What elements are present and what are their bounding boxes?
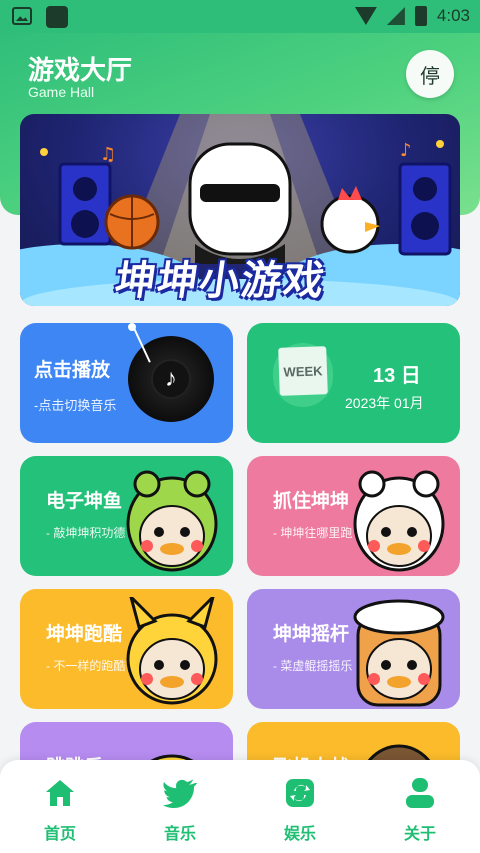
frog-hat-character-icon xyxy=(126,470,218,572)
nav-label: 关于 xyxy=(403,826,436,843)
status-bar: 4:03 xyxy=(0,0,480,33)
nav-label: 娱乐 xyxy=(283,826,316,843)
game-card-electronic-fish[interactable]: 电子坤鱼 - 敲坤坤积功德 xyxy=(20,456,233,576)
battery-icon xyxy=(414,6,427,26)
pikachu-hat-character-icon xyxy=(126,597,218,705)
svg-text:♪: ♪ xyxy=(400,140,412,161)
game-card-parkour[interactable]: 坤坤跑酷 - 不一样的跑酷 xyxy=(20,589,233,709)
music-card-title: 点击播放 xyxy=(34,360,111,381)
nav-item-music[interactable]: 音乐 xyxy=(120,760,240,853)
date-day: 13 日 xyxy=(373,365,421,387)
music-note-icon: ♪ xyxy=(151,359,191,399)
bottom-navigation: 首页 音乐 娱乐 关于 xyxy=(0,760,480,853)
refresh-icon xyxy=(286,779,314,807)
bird-icon xyxy=(163,779,197,808)
nav-item-about[interactable]: 关于 xyxy=(360,760,480,853)
date-month: 2023年 01月 xyxy=(345,395,424,411)
week-label: WEEK xyxy=(278,346,328,396)
nav-label: 首页 xyxy=(43,826,76,843)
vinyl-record-icon[interactable]: ♪ xyxy=(128,336,214,422)
game-title: 坤坤摇杆 xyxy=(273,624,350,645)
game-subtitle: - 坤坤往哪里跑 xyxy=(273,526,353,540)
music-player-card[interactable]: 点击播放 -点击切换音乐 ♪ xyxy=(20,323,233,443)
user-icon xyxy=(406,778,434,808)
svg-text:♫: ♫ xyxy=(100,144,116,165)
music-card-subtitle: -点击切换音乐 xyxy=(34,398,117,413)
game-title: 抓住坤坤 xyxy=(273,491,350,512)
app-notification-icon xyxy=(46,6,68,28)
wifi-icon xyxy=(354,7,377,25)
white-hat-character-icon xyxy=(353,470,445,572)
banner-title: 坤坤小游戏 xyxy=(112,259,329,303)
nav-label: 音乐 xyxy=(163,826,196,843)
promo-banner[interactable]: ♫ ♪ 坤坤小游戏 xyxy=(20,114,460,306)
signal-icon xyxy=(386,7,405,25)
page-title: 游戏大厅 xyxy=(28,55,133,85)
nav-item-entertainment[interactable]: 娱乐 xyxy=(240,760,360,853)
gallery-icon xyxy=(12,7,32,25)
calendar-icon: WEEK xyxy=(273,343,333,407)
date-card: WEEK 13 日 2023年 01月 xyxy=(247,323,460,443)
game-card-catch-kunkun[interactable]: 抓住坤坤 - 坤坤往哪里跑 xyxy=(247,456,460,576)
status-time: 4:03 xyxy=(436,6,470,25)
nav-item-home[interactable]: 首页 xyxy=(0,760,120,853)
game-title: 坤坤跑酷 xyxy=(46,624,123,645)
beer-hat-character-icon xyxy=(353,599,445,707)
game-title: 电子坤鱼 xyxy=(46,491,123,512)
game-subtitle: - 敲坤坤积功德 xyxy=(46,526,126,540)
game-card-joystick[interactable]: 坤坤摇杆 - 菜虚鲲摇摇乐 xyxy=(247,589,460,709)
stop-button[interactable]: 停 xyxy=(406,50,454,98)
game-subtitle: - 不一样的跑酷 xyxy=(46,659,126,673)
game-subtitle: - 菜虚鲲摇摇乐 xyxy=(273,659,353,673)
home-icon xyxy=(46,780,74,806)
page-subtitle: Game Hall xyxy=(28,84,95,100)
